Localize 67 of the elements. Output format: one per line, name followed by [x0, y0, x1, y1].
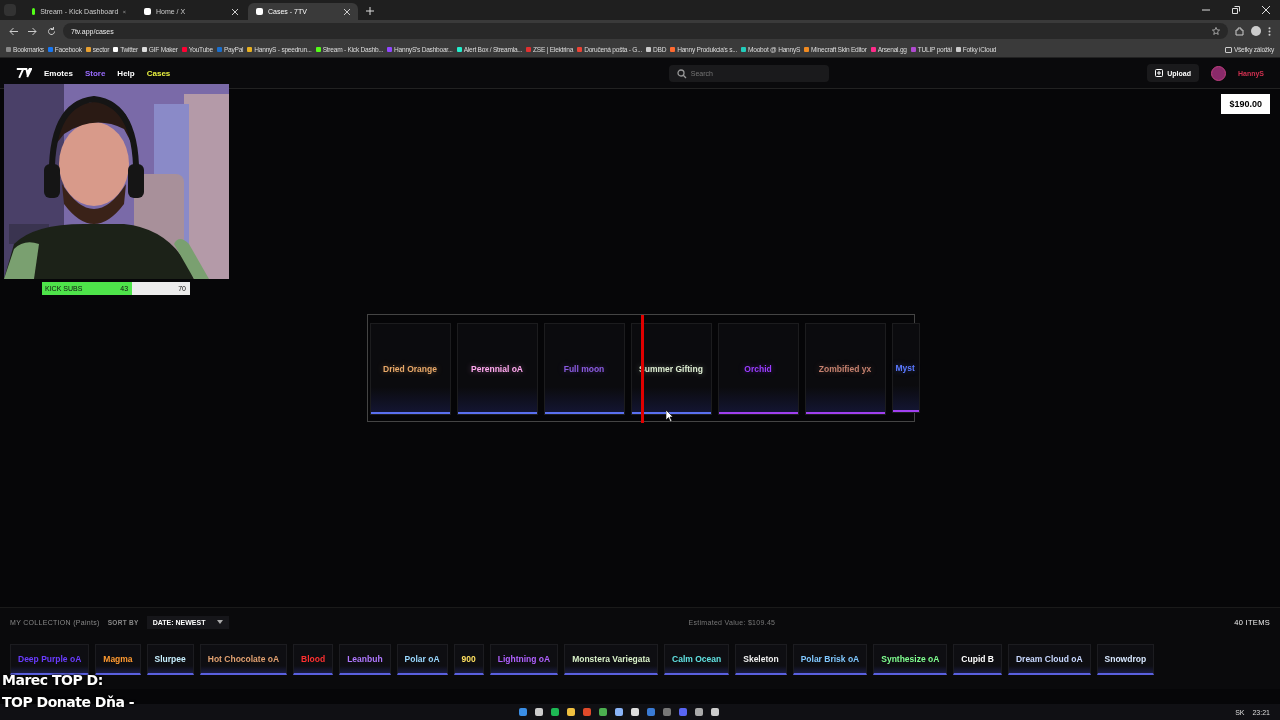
forward-icon[interactable]: [28, 26, 37, 36]
paint-name: Synthesize oA: [881, 654, 940, 664]
paint-name: Dream Cloud oA: [1015, 654, 1083, 664]
new-tab-icon[interactable]: [366, 7, 374, 15]
paint-name: Orchid: [744, 364, 772, 374]
menu-icon[interactable]: [1268, 26, 1271, 36]
site-icon: [32, 8, 36, 15]
paint-name: Polar oA: [404, 654, 440, 664]
paint-name: Hot Chocolate oA: [207, 654, 280, 664]
minimize-icon[interactable]: [1202, 6, 1210, 14]
close-icon[interactable]: [344, 8, 350, 15]
paint-card[interactable]: Hot Chocolate oA: [199, 644, 288, 675]
paint-name: Myst: [895, 363, 915, 373]
paint-name: 900: [461, 654, 476, 664]
paint-name: Leanbuh: [347, 654, 383, 664]
paint-card[interactable]: Polar oA: [396, 644, 448, 675]
paint-name: Blood: [301, 654, 326, 664]
paint-card[interactable]: Dream Cloud oA: [1007, 644, 1091, 675]
add-icon: [1155, 69, 1164, 77]
paint-card[interactable]: Leanbuh: [339, 644, 391, 675]
restore-icon[interactable]: [1232, 6, 1240, 14]
paint-card[interactable]: Lightning oA: [489, 644, 559, 675]
profile-icon[interactable]: [1251, 26, 1261, 36]
nav-link[interactable]: Emotes: [44, 68, 73, 78]
donor-text: TOP Donate Dňa -: [2, 694, 135, 710]
donor-text: Marec TOP D:: [2, 672, 104, 688]
paint-card[interactable]: Magma: [95, 644, 141, 675]
bookmark-star-icon[interactable]: [1212, 27, 1220, 35]
paint-name: Calm Ocean: [672, 654, 722, 664]
extensions-icon[interactable]: [1235, 26, 1244, 36]
balance-display: $190.00: [1221, 94, 1270, 114]
paint-name: Magma: [103, 654, 133, 664]
site-icon: [256, 8, 263, 15]
paint-name: Polar Brisk oA: [800, 654, 860, 664]
paint-card[interactable]: Snowdrop: [1096, 644, 1155, 675]
paint-name: Deep Purple oA: [18, 654, 82, 664]
paint-name: Slurpee: [154, 654, 186, 664]
paint-card[interactable]: Calm Ocean: [664, 644, 730, 675]
paint-card[interactable]: Synthesize oA: [873, 644, 948, 675]
nav-link[interactable]: Store: [84, 68, 106, 78]
paint-card[interactable]: Slurpee: [146, 644, 194, 675]
reload-icon[interactable]: [47, 26, 56, 36]
paint-name: Perennial oA: [471, 364, 523, 374]
paint-card[interactable]: Cupid B: [953, 644, 1002, 675]
user-avatar[interactable]: [1210, 65, 1226, 81]
paint-card[interactable]: Monstera Variegata: [564, 644, 659, 675]
paint-card[interactable]: Polar Brisk oA: [792, 644, 868, 675]
caret-icon: [217, 620, 224, 624]
close-icon[interactable]: [1262, 6, 1270, 14]
nav-link[interactable]: Help: [117, 68, 135, 78]
site-icon: [144, 8, 151, 15]
paint-name: Cupid B: [961, 654, 994, 664]
paint-name: Skeleton: [743, 654, 779, 664]
close-icon[interactable]: [232, 8, 238, 15]
paint-name: Dried Orange: [383, 364, 437, 374]
paint-card[interactable]: Blood: [293, 644, 334, 675]
paint-name: Monstera Variegata: [572, 654, 651, 664]
logo-icon[interactable]: [16, 67, 32, 79]
paint-name: Lightning oA: [497, 654, 551, 664]
nav-link[interactable]: Cases: [146, 68, 171, 78]
paint-name: Zombified yx: [818, 364, 872, 374]
search-icon: [676, 68, 687, 79]
paint-name: Full moon: [563, 364, 605, 374]
paint-card[interactable]: 900: [453, 644, 484, 675]
paint-name: Snowdrop: [1104, 654, 1147, 664]
paint-card[interactable]: Skeleton: [735, 644, 787, 675]
back-icon[interactable]: [9, 26, 18, 36]
